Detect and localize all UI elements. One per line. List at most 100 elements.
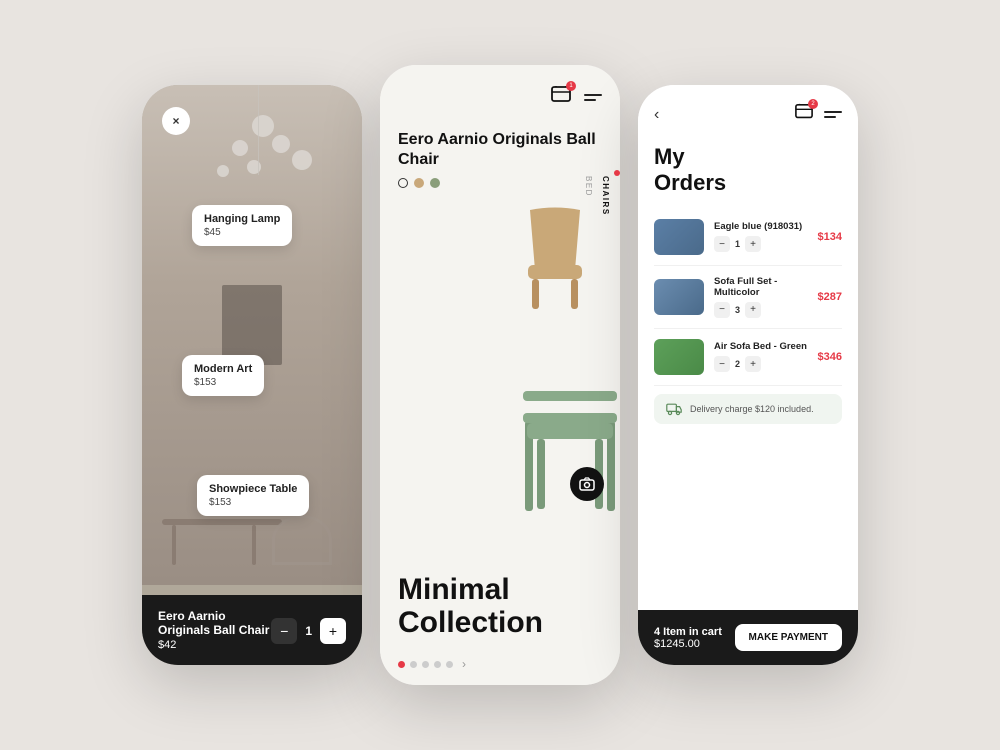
phones-container: × Hanging Lamp $45 Modern Art $153 Showp… (142, 65, 858, 685)
quantity-value: 1 (305, 624, 312, 638)
art-price: $153 (194, 377, 252, 388)
back-button[interactable]: ‹ (654, 106, 659, 124)
category-sidebar: CHAIRS BED (580, 170, 620, 222)
order-price-1: $134 (818, 231, 842, 243)
order-name-1: Eagle blue (918031) (714, 221, 808, 232)
quantity-controls: − 1 + (271, 618, 346, 644)
art-name: Modern Art (194, 363, 252, 375)
product-label-table[interactable]: Showpiece Table $153 (197, 475, 309, 516)
main-title-line1: Minimal (398, 573, 510, 606)
product-bottom-bar: Eero Aarnio Originals Ball Chair $42 − 1… (142, 595, 362, 665)
menu-icon-3[interactable] (824, 111, 842, 118)
product-display-area: Eero Aarnio Originals Ball Chair CHAIRS … (380, 120, 620, 561)
phone-product-listing: 1 Eero Aarnio Originals Ball Chair (380, 65, 620, 685)
order-list: Eagle blue (918031) − 1 + $134 Sofa Full… (638, 209, 858, 387)
orders-title-line2: Orders (654, 170, 726, 195)
menu-line-3-1 (824, 111, 842, 113)
order-price-3: $346 (818, 351, 842, 363)
order-info-1: Eagle blue (918031) − 1 + (714, 221, 808, 252)
order2-qty-val: 3 (735, 305, 740, 315)
table-price: $153 (209, 497, 297, 508)
order-image-3 (654, 339, 704, 375)
close-button[interactable]: × (162, 107, 190, 135)
payment-bar: 4 Item in cart $1245.00 MAKE PAYMENT (638, 610, 858, 665)
order3-increase[interactable]: + (745, 356, 761, 372)
order1-qty-val: 1 (735, 239, 740, 249)
page-dot-3[interactable] (422, 661, 429, 668)
bulb-decoration (252, 115, 274, 137)
page-dot-5[interactable] (446, 661, 453, 668)
product-info-row: Eero Aarnio Originals Ball Chair $42 − 1… (158, 609, 346, 651)
order-qty-1: − 1 + (714, 236, 808, 252)
order3-decrease[interactable]: − (714, 356, 730, 372)
table-leg (252, 525, 256, 565)
menu-icon[interactable] (584, 94, 602, 101)
cart-badge-3: 2 (808, 99, 818, 109)
lamp-name: Hanging Lamp (204, 213, 280, 225)
page-dot-4[interactable] (434, 661, 441, 668)
category-bed[interactable]: BED (580, 170, 597, 222)
orders-title: My Orders (654, 144, 842, 197)
color-option-tan[interactable] (414, 178, 424, 188)
delivery-notice: Delivery charge $120 included. (654, 394, 842, 424)
make-payment-button[interactable]: MAKE PAYMENT (735, 624, 842, 651)
menu-line-1 (584, 94, 602, 96)
order-qty-2: − 3 + (714, 302, 808, 318)
order1-increase[interactable]: + (745, 236, 761, 252)
orders-title-line1: My (654, 144, 685, 169)
color-option-green[interactable] (430, 178, 440, 188)
cart-item-count: 4 Item in cart (654, 626, 722, 638)
product-label-art[interactable]: Modern Art $153 (182, 355, 264, 396)
order-image-1 (654, 219, 704, 255)
page-dot-1[interactable] (398, 661, 405, 668)
order-qty-3: − 2 + (714, 356, 808, 372)
order-info-2: Sofa Full Set - Multicolor − 3 + (714, 276, 808, 318)
order-price-2: $287 (818, 291, 842, 303)
cart-icon-wrap[interactable]: 1 (550, 85, 572, 110)
page-dot-2[interactable] (410, 661, 417, 668)
table (162, 519, 282, 525)
camera-icon (579, 477, 595, 491)
order2-decrease[interactable]: − (714, 302, 730, 318)
quantity-increase-button[interactable]: + (320, 618, 346, 644)
table-leg (172, 525, 176, 565)
menu-line-2 (584, 99, 596, 101)
bulb-decoration (292, 150, 312, 170)
orders-title-area: My Orders (638, 136, 858, 209)
main-title-line2: Collection (398, 606, 543, 639)
chair-outline (272, 515, 332, 565)
camera-button[interactable] (570, 467, 604, 501)
delivery-text: Delivery charge $120 included. (690, 404, 814, 414)
table-name: Showpiece Table (209, 483, 297, 495)
order-name-2: Sofa Full Set - Multicolor (714, 276, 808, 298)
pagination: › (380, 647, 620, 685)
pagination-arrow[interactable]: › (462, 657, 466, 671)
order-item-3: Air Sofa Bed - Green − 2 + $346 (654, 329, 842, 386)
phone2-inner: 1 Eero Aarnio Originals Ball Chair (380, 65, 620, 685)
order1-decrease[interactable]: − (714, 236, 730, 252)
category-chairs[interactable]: CHAIRS (597, 170, 614, 222)
phone3-header: ‹ 2 (638, 85, 858, 136)
close-icon: × (172, 114, 179, 128)
spacer (638, 432, 858, 610)
order-name-3: Air Sofa Bed - Green (714, 341, 808, 352)
chair-bottom-img (515, 361, 620, 511)
phone-orders: ‹ 2 (638, 85, 858, 665)
bulb-decoration (272, 135, 290, 153)
main-title: Minimal Collection (398, 573, 602, 639)
bulb-decoration (217, 165, 229, 177)
order-item-1: Eagle blue (918031) − 1 + $134 (654, 209, 842, 266)
order-item-2: Sofa Full Set - Multicolor − 3 + $287 (654, 266, 842, 329)
category-dot (614, 170, 620, 176)
product-title: Eero Aarnio Originals Ball Chair (158, 609, 271, 637)
color-option-white[interactable] (398, 178, 408, 188)
order-item-4: Arm Sofas − 4 + $124 (654, 386, 842, 387)
cart-icon-wrap-3[interactable]: 2 (794, 103, 814, 126)
header-icons: 2 (794, 103, 842, 126)
lamp-price: $45 (204, 227, 280, 238)
product-heading: Eero Aarnio Originals Ball Chair (398, 130, 620, 170)
product-label-lamp[interactable]: Hanging Lamp $45 (192, 205, 292, 246)
cart-badge: 1 (566, 81, 576, 91)
order2-increase[interactable]: + (745, 302, 761, 318)
quantity-decrease-button[interactable]: − (271, 618, 297, 644)
